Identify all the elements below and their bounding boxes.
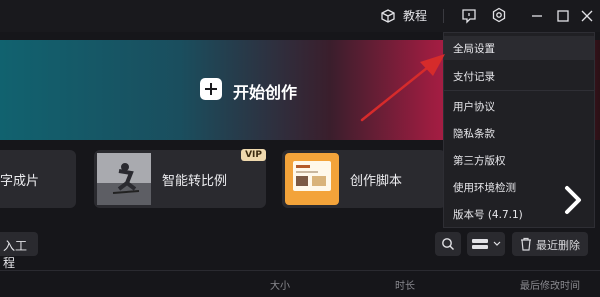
chat-icon[interactable] bbox=[461, 8, 477, 24]
view-mode-button[interactable] bbox=[467, 232, 505, 256]
toolbar-divider bbox=[443, 9, 444, 23]
chevron-down-icon bbox=[493, 241, 501, 247]
close-icon[interactable] bbox=[579, 8, 595, 24]
column-last-modified[interactable]: 最后修改时间 bbox=[520, 277, 580, 292]
card-smart-ratio[interactable]: 智能转比例 VIP bbox=[94, 149, 266, 208]
tutorial-cube-icon[interactable] bbox=[380, 8, 396, 24]
vip-badge: VIP bbox=[241, 149, 266, 161]
column-size[interactable]: 大小 bbox=[270, 277, 290, 292]
list-view-icon bbox=[472, 238, 488, 250]
card-label: 智能转比例 bbox=[162, 174, 228, 189]
maximize-icon[interactable] bbox=[555, 8, 571, 24]
chevron-right-icon[interactable] bbox=[557, 184, 589, 216]
minimize-icon[interactable] bbox=[529, 8, 545, 24]
card-label: 创作脚本 bbox=[350, 174, 403, 189]
tutorial-link[interactable]: 教程 bbox=[403, 7, 427, 24]
script-thumbnail bbox=[285, 153, 339, 205]
skateboard-thumbnail bbox=[97, 153, 151, 205]
start-creation-label: 开始创作 bbox=[233, 83, 298, 102]
menu-item-user-agreement[interactable]: 用户协议 bbox=[453, 99, 495, 114]
menu-item-version: 版本号 (4.7.1) bbox=[453, 209, 523, 221]
menu-separator bbox=[444, 90, 594, 91]
plus-icon bbox=[200, 78, 222, 100]
search-button[interactable] bbox=[435, 232, 461, 256]
import-label: 入工程 bbox=[3, 239, 28, 270]
recently-deleted-label: 最近删除 bbox=[536, 239, 580, 252]
card-text-to-video[interactable]: 字成片 bbox=[0, 150, 76, 208]
gear-icon[interactable] bbox=[491, 7, 507, 23]
table-divider bbox=[0, 270, 600, 271]
import-project-button[interactable]: 入工程 bbox=[0, 232, 38, 270]
column-duration[interactable]: 时长 bbox=[395, 277, 415, 292]
recently-deleted-button[interactable]: 最近删除 bbox=[512, 232, 588, 256]
title-bar bbox=[0, 0, 600, 32]
menu-item-payment-records[interactable]: 支付记录 bbox=[453, 69, 495, 84]
card-creation-script[interactable]: 创作脚本 bbox=[282, 150, 446, 208]
menu-item-environment-check[interactable]: 使用环境检测 bbox=[453, 180, 516, 195]
menu-item-third-party-copyright[interactable]: 第三方版权 bbox=[453, 153, 506, 168]
trash-icon bbox=[519, 237, 533, 251]
menu-item-label: 全局设置 bbox=[453, 43, 495, 55]
menu-item-global-settings[interactable]: 全局设置 bbox=[444, 36, 594, 60]
card-label: 字成片 bbox=[0, 174, 40, 189]
menu-item-privacy-policy[interactable]: 隐私条款 bbox=[453, 126, 495, 141]
search-icon bbox=[441, 237, 455, 251]
